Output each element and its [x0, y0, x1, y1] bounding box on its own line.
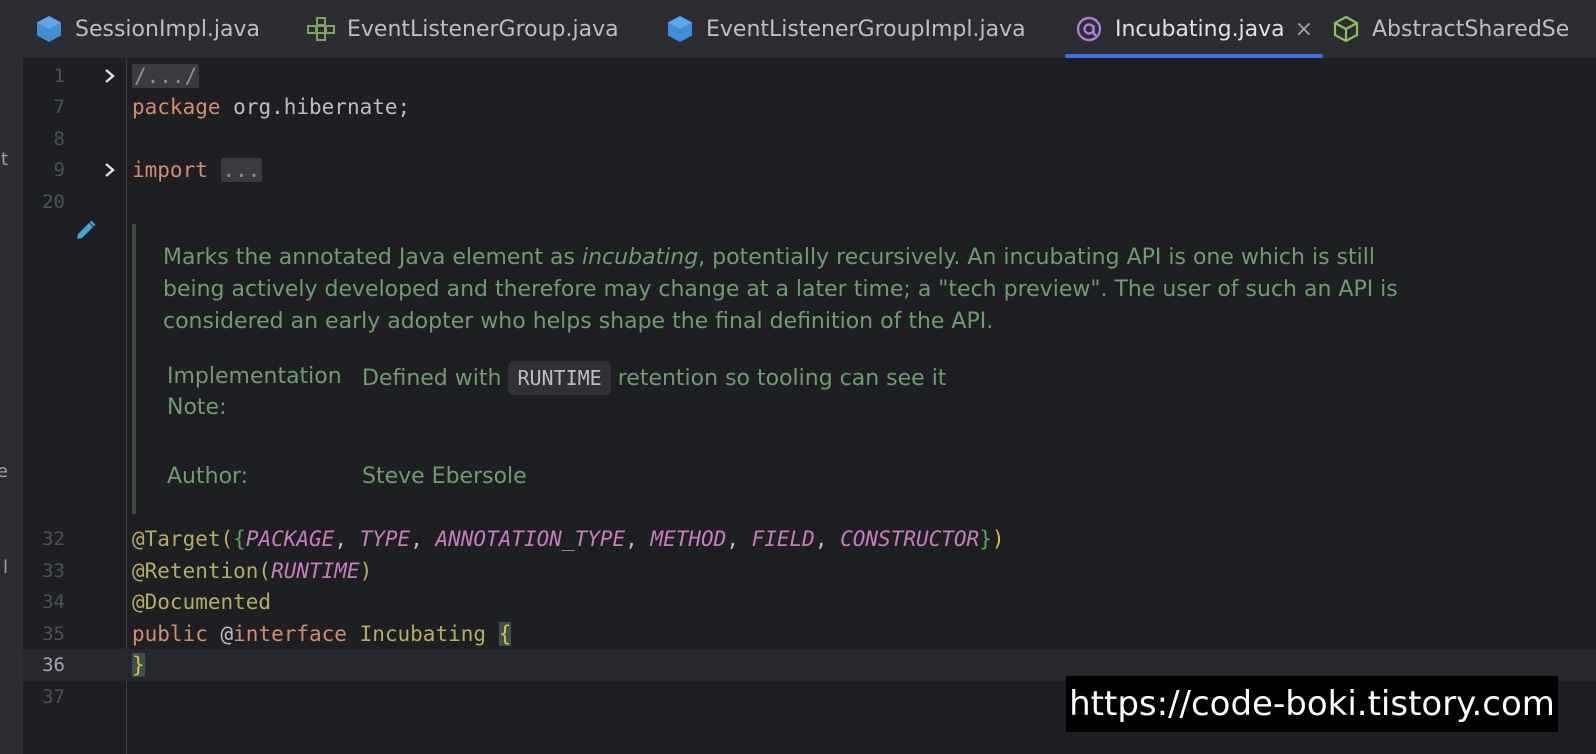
line-number: 32: [42, 528, 65, 550]
brace: }: [132, 653, 145, 677]
tab-label: EventListenerGroupImpl.java: [706, 16, 1026, 42]
line-number: 20: [42, 191, 65, 213]
editor-tab-bar: SessionImpl.java EventListenerGroup.java…: [23, 0, 1596, 59]
left-strip-glyph: e: [0, 461, 8, 482]
rendered-javadoc: Marks the annotated Java element as incu…: [132, 224, 1436, 514]
line-number: 37: [42, 686, 65, 708]
annotation: @Retention(: [132, 559, 272, 583]
keyword: package: [132, 95, 221, 119]
constant: ANNOTATION_TYPE: [435, 527, 626, 551]
folded-imports[interactable]: ...: [220, 158, 263, 182]
code-line: package org.hibernate;: [128, 91, 1596, 123]
code-line: @Retention(RUNTIME): [128, 555, 1596, 587]
tab-sessionimpl[interactable]: SessionImpl.java: [35, 0, 260, 58]
tab-label: SessionImpl.java: [75, 16, 261, 42]
close-icon[interactable]: ×: [1295, 17, 1313, 42]
tab-label: AbstractSharedSe: [1372, 16, 1570, 42]
label-line: Note:: [167, 395, 227, 420]
line-number: 1: [53, 65, 65, 87]
tab-label: EventListenerGroup.java: [347, 16, 619, 42]
code-line: @Documented: [128, 586, 1596, 618]
constant: PACKAGE: [245, 527, 335, 551]
annotation: @Target(: [132, 527, 234, 551]
annotation-icon: [1075, 15, 1103, 43]
punct: ,: [410, 527, 436, 551]
constant: RUNTIME: [271, 559, 360, 583]
line-number: 34: [42, 591, 65, 613]
line-number: 7: [53, 96, 65, 118]
author-label: Author:: [167, 464, 249, 489]
punct: ,: [334, 527, 360, 551]
left-tool-strip: t e l: [0, 0, 23, 754]
constant: TYPE: [359, 527, 411, 551]
tab-label: Incubating.java: [1115, 16, 1285, 42]
line-number: 33: [42, 560, 65, 582]
brace: {: [498, 622, 512, 646]
constant: CONSTRUCTOR: [840, 527, 980, 551]
tab-eventlistenergroupimpl[interactable]: EventListenerGroupImpl.java: [666, 0, 1026, 58]
doc-text: Defined with: [362, 366, 509, 391]
code-line: @Target({PACKAGE, TYPE, ANNOTATION_TYPE,…: [128, 523, 1596, 555]
tab-eventlistenergroup[interactable]: EventListenerGroup.java: [307, 0, 619, 58]
class-icon: [666, 15, 694, 43]
doc-description: Marks the annotated Java element as incu…: [163, 242, 1433, 338]
left-strip-glyph: t: [0, 149, 8, 170]
doc-text: Marks the annotated Java element as: [163, 245, 582, 270]
punct: @: [207, 622, 234, 646]
line-number: 35: [42, 623, 65, 645]
paren: ): [359, 559, 373, 583]
code-line: import ...: [128, 154, 1596, 186]
annotation: @Documented: [132, 590, 272, 614]
line-number: 8: [53, 128, 65, 150]
constant: METHOD: [650, 527, 727, 551]
keyword: public: [132, 622, 208, 646]
keyword: import: [132, 158, 208, 182]
left-strip-glyph: l: [2, 557, 8, 578]
doc-text: retention so tooling can see it: [610, 366, 947, 391]
code-line: public @interface Incubating {: [128, 618, 1596, 650]
keyword: interface: [233, 622, 347, 646]
impl-note-label: Implementation Note:: [167, 364, 342, 420]
pencil-icon[interactable]: [74, 220, 96, 242]
line-number: 36: [42, 654, 65, 676]
brace: {: [233, 527, 246, 551]
paren: ): [991, 527, 1005, 551]
tab-incubating[interactable]: Incubating.java ×: [1065, 0, 1324, 58]
fold-expand-icon[interactable]: [100, 154, 120, 186]
impl-note-value: Defined with RUNTIME retention so toolin…: [362, 361, 946, 395]
punct: ,: [814, 527, 841, 551]
code-line: /.../: [128, 60, 1596, 92]
author-value: Steve Ebersole: [362, 464, 527, 489]
code-chip: RUNTIME: [508, 361, 611, 395]
tab-abstractsharedsession[interactable]: AbstractSharedSe: [1332, 0, 1569, 58]
abstract-class-icon: [1332, 15, 1360, 43]
line-number: 9: [53, 159, 65, 181]
label-line: Implementation: [167, 364, 342, 389]
watermark: https://code-boki.tistory.com: [1066, 676, 1558, 732]
class-icon: [35, 15, 63, 43]
folded-header[interactable]: /.../: [132, 64, 200, 88]
class-name: Incubating: [346, 622, 499, 646]
brace: }: [979, 527, 992, 551]
package-name: org.hibernate;: [220, 95, 411, 119]
constant: FIELD: [751, 527, 815, 551]
punct: ,: [726, 527, 752, 551]
fold-expand-icon[interactable]: [100, 60, 120, 92]
punct: ,: [625, 527, 651, 551]
interface-icon: [307, 15, 335, 43]
doc-emphasis: incubating: [581, 245, 699, 270]
